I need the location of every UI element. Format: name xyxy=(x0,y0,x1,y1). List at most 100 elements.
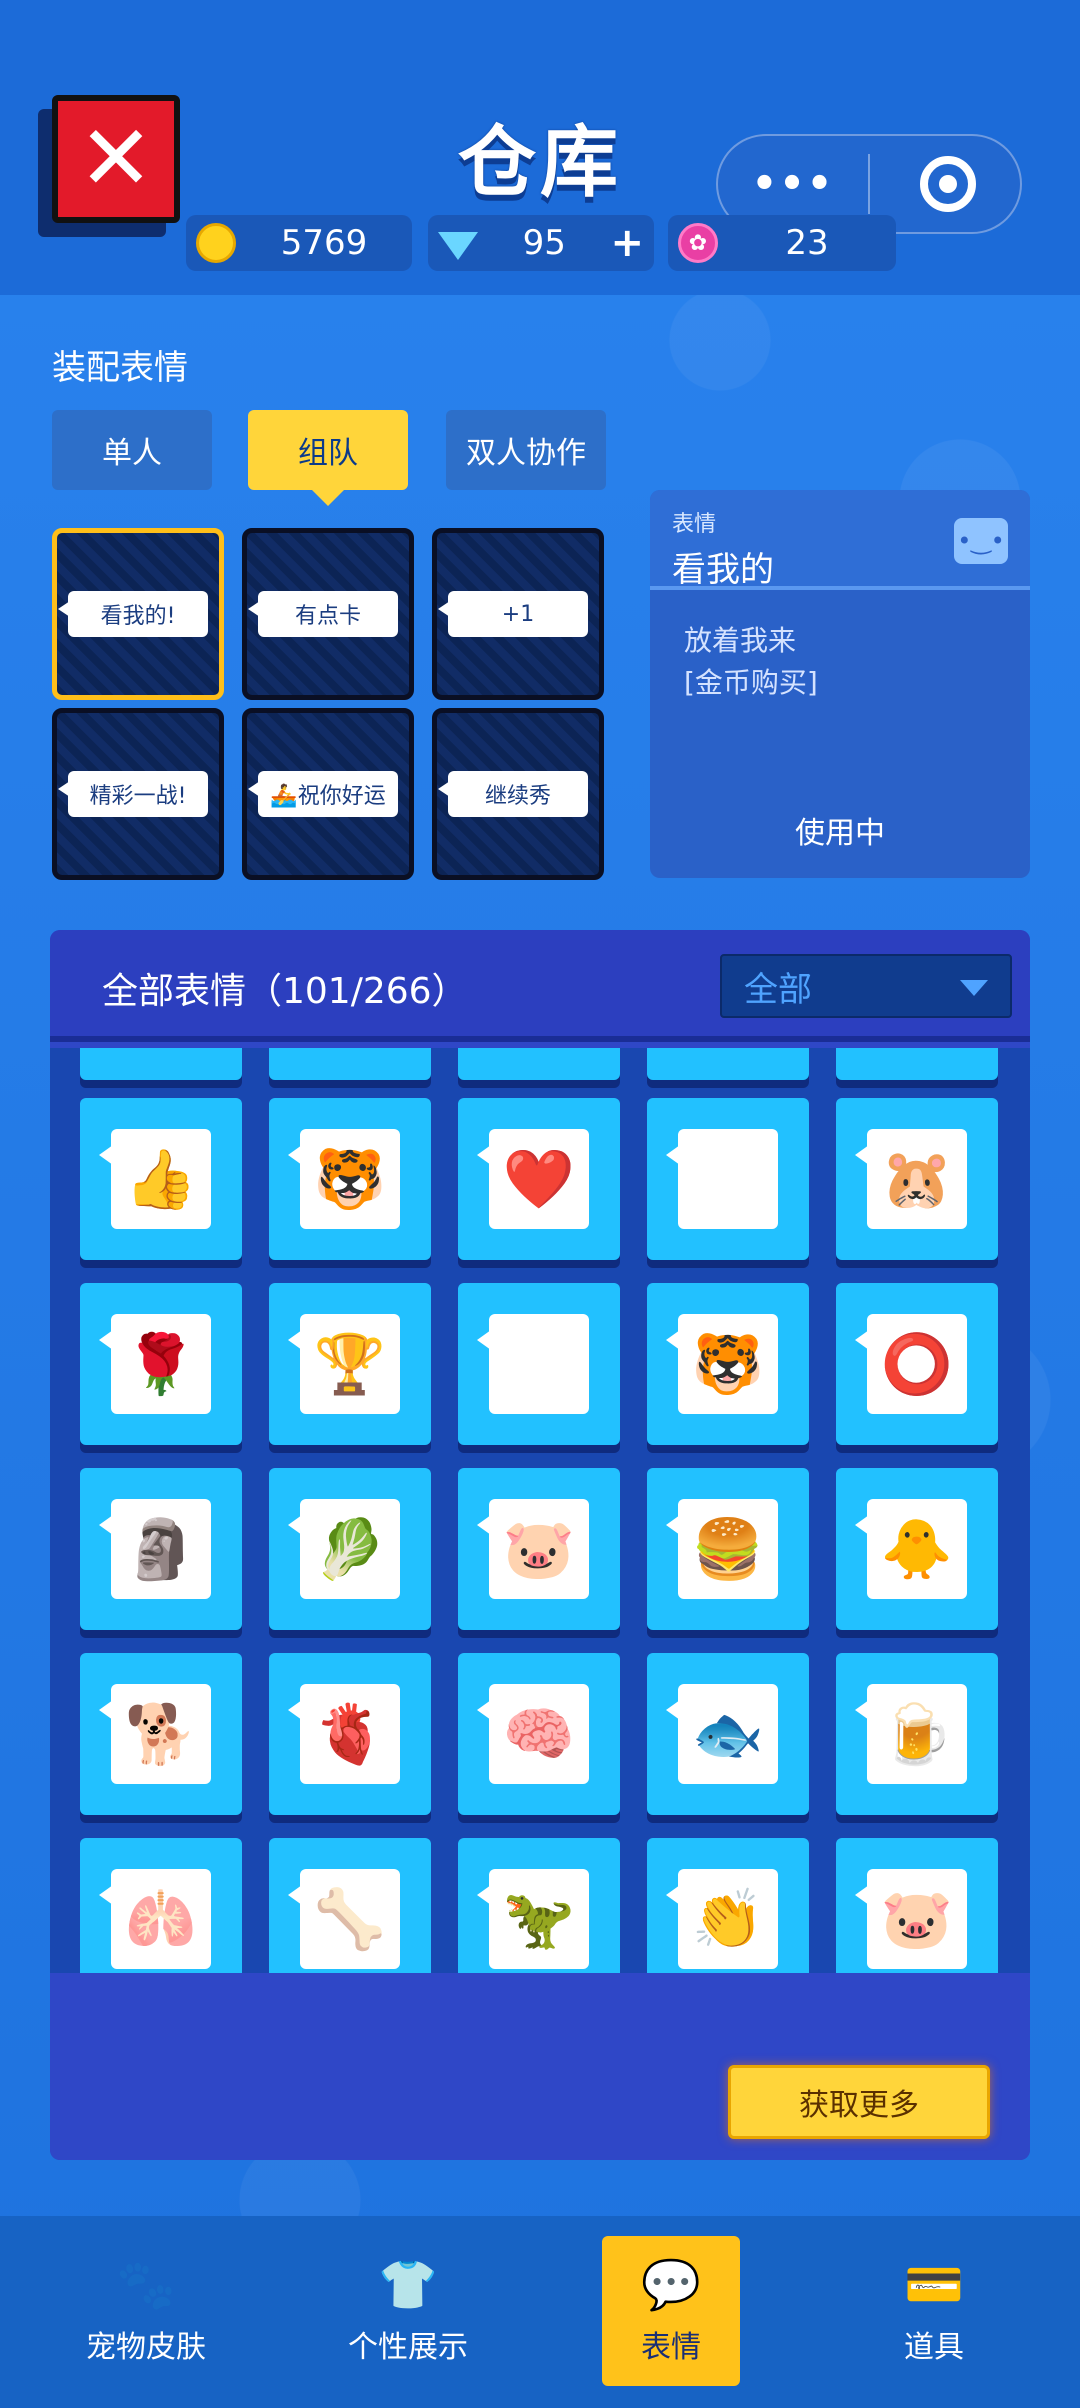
collection-footer: 获取更多 xyxy=(50,2043,1030,2160)
emote-cell[interactable]: 🐯 xyxy=(647,1283,809,1445)
slot-text: 看我的! xyxy=(58,591,208,637)
emote-card: 🐭 xyxy=(666,1129,778,1229)
detail-line-2: [金币购买] xyxy=(684,666,818,699)
close-button[interactable]: ✕ xyxy=(52,95,180,223)
emote-cell-partial[interactable] xyxy=(269,1048,431,1080)
tab-duo[interactable]: 双人协作 xyxy=(446,410,606,490)
emote-cell[interactable]: 🐷 xyxy=(458,1468,620,1630)
emote-card: 🦖 xyxy=(477,1869,589,1969)
emote-cell[interactable]: 🍺 xyxy=(836,1653,998,1815)
emote-card: 🥬 xyxy=(288,1499,400,1599)
emote-card: 🌹 xyxy=(99,1314,211,1414)
emote-card: 🐟 xyxy=(666,1684,778,1784)
equip-slot-5[interactable]: 🚣祝你好运 xyxy=(242,708,414,880)
emote-cell[interactable]: 🦖 xyxy=(458,1838,620,1973)
emote-cell[interactable]: 🐵 xyxy=(458,1283,620,1445)
emote-cell[interactable]: 🐯 xyxy=(269,1098,431,1260)
emote-cell[interactable]: ❤️ xyxy=(458,1098,620,1260)
emote-collection-panel: 全部表情（101/266） 全部 👍 🐯 ❤️ 🐭 🐹 🌹 🏆 🐵 🐯 ⭕ 🗿 🥬 🐷 🍔 🐥 🐕 🫀 🧠 🐟 🍺 🫁 🦴… xyxy=(50,930,1030,2160)
flower-counter: ✿ 23 xyxy=(668,215,896,271)
emote-card: 🍺 xyxy=(855,1684,967,1784)
emote-cell-partial[interactable] xyxy=(458,1048,620,1080)
nav-label: 道具 xyxy=(904,2330,964,2365)
gem-value: 95 xyxy=(522,223,566,263)
coin-icon xyxy=(196,223,236,263)
flower-value: 23 xyxy=(785,223,829,263)
slot-text: 精彩一战! xyxy=(58,771,208,817)
emote-card: 🐵 xyxy=(477,1314,589,1414)
nav-emotes[interactable]: 💬 表情 xyxy=(602,2236,740,2386)
coin-counter: 5769 xyxy=(186,215,412,271)
emote-cell-partial[interactable] xyxy=(80,1048,242,1080)
paw-icon: 🐾 xyxy=(116,2257,176,2313)
emote-cell[interactable]: ⭕ xyxy=(836,1283,998,1445)
slot-text: +1 xyxy=(438,591,588,637)
emote-cell[interactable]: 👍 xyxy=(80,1098,242,1260)
emote-card: 🐷 xyxy=(855,1869,967,1969)
close-icon: ✕ xyxy=(78,106,154,211)
emote-cell[interactable]: 🐷 xyxy=(836,1838,998,1973)
nav-items[interactable]: 💳 道具 xyxy=(854,2236,1014,2386)
nav-label: 宠物皮肤 xyxy=(86,2330,206,2365)
get-more-button[interactable]: 获取更多 xyxy=(728,2065,990,2139)
emote-cell[interactable]: 🫀 xyxy=(269,1653,431,1815)
emote-cell[interactable]: 🌹 xyxy=(80,1283,242,1445)
collection-header: 全部表情（101/266） 全部 xyxy=(50,930,1030,1042)
emote-cell[interactable]: 🐥 xyxy=(836,1468,998,1630)
nav-label: 个性展示 xyxy=(348,2330,468,2365)
emote-card: 👍 xyxy=(99,1129,211,1229)
equip-slot-2[interactable]: 有点卡 xyxy=(242,528,414,700)
card-icon: 💳 xyxy=(904,2257,964,2313)
close-miniprogram-icon[interactable] xyxy=(920,156,976,212)
nav-showcase[interactable]: 👕 个性展示 xyxy=(328,2236,488,2386)
add-gem-button[interactable]: + xyxy=(610,220,644,266)
emote-card: 🏆 xyxy=(288,1314,400,1414)
equip-slot-6[interactable]: 继续秀 xyxy=(432,708,604,880)
slot-text: 有点卡 xyxy=(248,591,398,637)
emote-cell[interactable]: 🧠 xyxy=(458,1653,620,1815)
equip-slot-3[interactable]: +1 xyxy=(432,528,604,700)
flower-icon: ✿ xyxy=(678,223,718,263)
emote-cell[interactable]: 🥬 xyxy=(269,1468,431,1630)
chat-bubble-icon: 💬 xyxy=(641,2257,701,2313)
filter-dropdown[interactable]: 全部 xyxy=(720,954,1012,1018)
bottom-nav: 🐾 宠物皮肤 👕 个性展示 💬 表情 💳 道具 xyxy=(0,2216,1080,2408)
slot-text: 继续秀 xyxy=(438,771,588,817)
nav-label: 表情 xyxy=(641,2330,701,2365)
emote-cell[interactable]: 🗿 xyxy=(80,1468,242,1630)
emote-cell[interactable]: 🍔 xyxy=(647,1468,809,1630)
emote-cell[interactable]: 🐕 xyxy=(80,1653,242,1815)
emote-cell-partial[interactable] xyxy=(836,1048,998,1080)
gem-counter: 95 + xyxy=(428,215,654,271)
emote-card: 🍔 xyxy=(666,1499,778,1599)
equip-slot-1[interactable]: 看我的! xyxy=(52,528,224,700)
emote-card: ⭕ xyxy=(855,1314,967,1414)
emote-chat-icon: •‿• xyxy=(954,518,1008,564)
emote-card: 🦴 xyxy=(288,1869,400,1969)
coin-value: 5769 xyxy=(280,223,368,263)
emote-detail-panel: 表情 看我的 •‿• 放着我来 [金币购买] 使用中 xyxy=(650,490,1030,878)
page-title: 仓库 xyxy=(457,118,622,208)
emote-card: 🗿 xyxy=(99,1499,211,1599)
detail-header: 表情 看我的 •‿• xyxy=(650,490,1030,590)
tab-team[interactable]: 组队 xyxy=(248,410,408,490)
equip-section-label: 装配表情 xyxy=(52,348,188,388)
emote-cell-partial[interactable] xyxy=(647,1048,809,1080)
chevron-down-icon xyxy=(960,980,988,996)
detail-description: 放着我来 [金币购买] xyxy=(650,590,1030,704)
emote-cell[interactable]: 🐟 xyxy=(647,1653,809,1815)
emote-cell[interactable]: 👏 xyxy=(647,1838,809,1973)
emote-cell[interactable]: 🏆 xyxy=(269,1283,431,1445)
emote-grid[interactable]: 👍 🐯 ❤️ 🐭 🐹 🌹 🏆 🐵 🐯 ⭕ 🗿 🥬 🐷 🍔 🐥 🐕 🫀 🧠 🐟 🍺 🫁 🦴 🦖 👏 🐷 xyxy=(50,1048,1030,1973)
emote-card: ❤️ xyxy=(477,1129,589,1229)
emote-card: 🫁 xyxy=(99,1869,211,1969)
nav-pet-skin[interactable]: 🐾 宠物皮肤 xyxy=(66,2236,226,2386)
emote-cell[interactable]: 🐭 xyxy=(647,1098,809,1260)
more-menu-button[interactable]: ••• xyxy=(718,161,868,207)
emote-cell[interactable]: 🐹 xyxy=(836,1098,998,1260)
emote-cell[interactable]: 🦴 xyxy=(269,1838,431,1973)
equip-slot-4[interactable]: 精彩一战! xyxy=(52,708,224,880)
emote-cell[interactable]: 🫁 xyxy=(80,1838,242,1973)
collection-title: 全部表情（101/266） xyxy=(102,971,468,1012)
tab-solo[interactable]: 单人 xyxy=(52,410,212,490)
